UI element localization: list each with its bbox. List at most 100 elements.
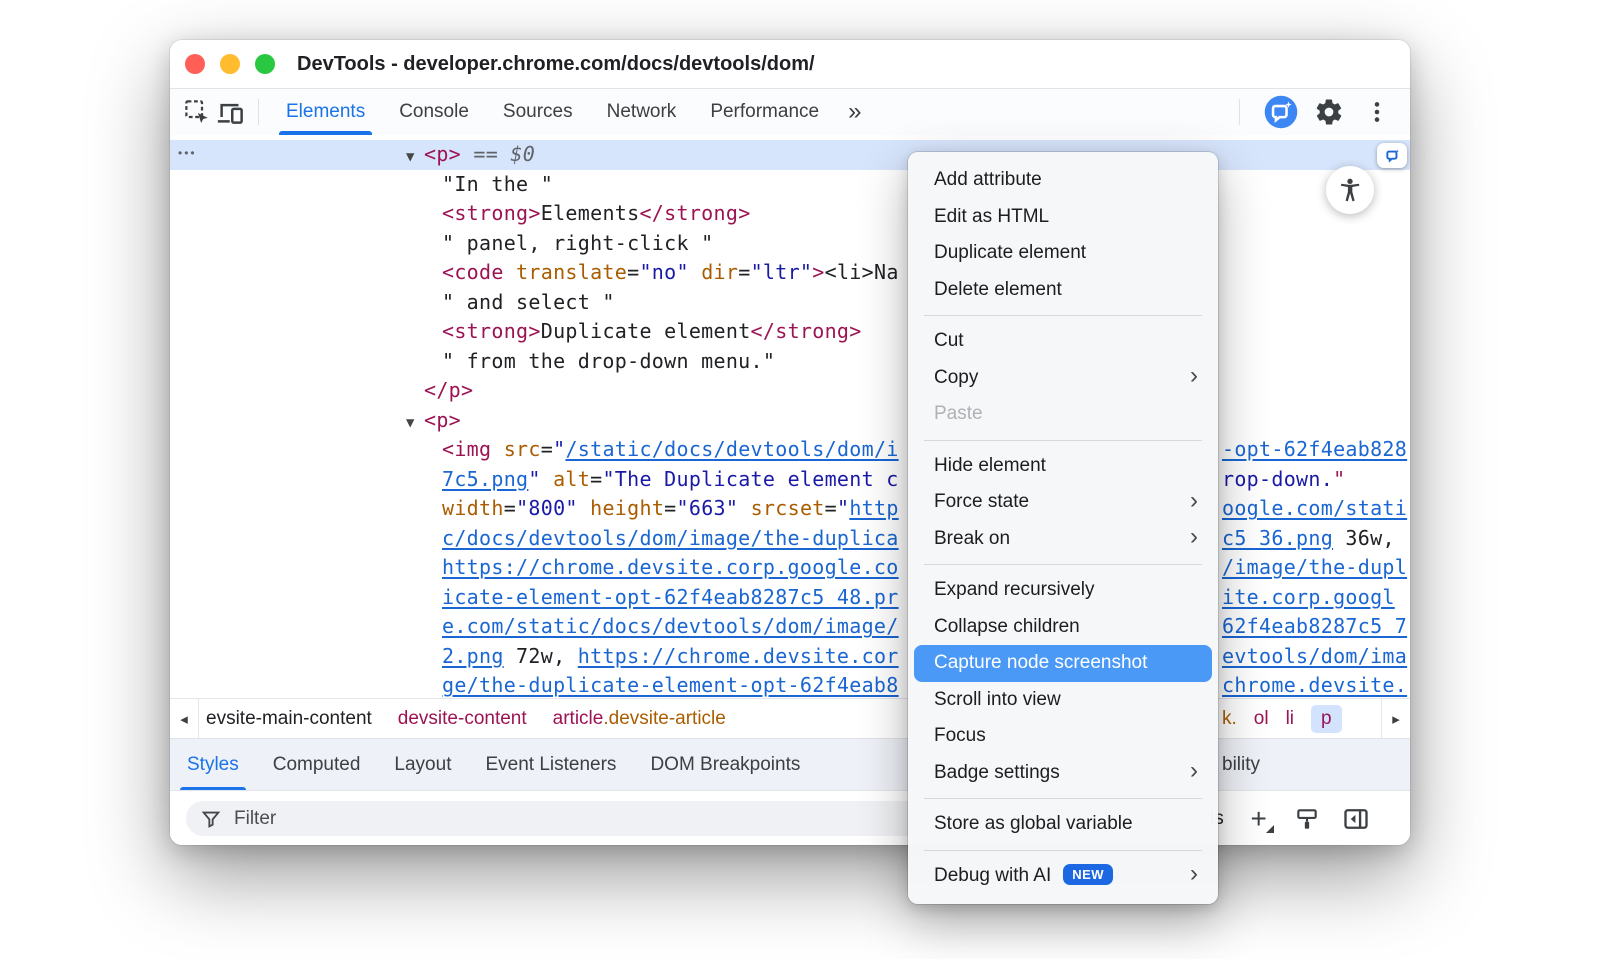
dom-node-line[interactable]: c/docs/devtools/dom/image/the-duplica (442, 524, 899, 554)
menu-item-capture-node-screenshot[interactable]: Capture node screenshot (914, 645, 1212, 682)
menu-item-badge-settings[interactable]: Badge settings› (914, 755, 1212, 792)
dom-node-line[interactable]: </p> (424, 376, 473, 406)
breadcrumb-item[interactable]: li (1286, 708, 1294, 730)
devtools-toolbar: ElementsConsole Sources NetworkPerformance… (170, 89, 1410, 136)
menu-item-add-attribute[interactable]: Add attribute (914, 162, 1212, 199)
tab-styles[interactable]: Styles (170, 739, 256, 791)
menu-item-cut[interactable]: Cut (914, 323, 1212, 360)
close-window-button[interactable] (185, 54, 205, 74)
dom-node-line[interactable]: width="800" height="663" srcset="http (442, 494, 899, 524)
ask-ai-adorner-button[interactable] (1377, 143, 1407, 168)
dom-node-line-fragment[interactable]: oogle.com/stati (1222, 494, 1407, 524)
menu-item-expand-recursively[interactable]: Expand recursively (914, 572, 1212, 609)
filter-input[interactable] (232, 807, 836, 831)
menu-item-debug-with-ai[interactable]: Debug with AINEW› (914, 858, 1212, 895)
tab-performance[interactable]: Performance (693, 89, 836, 135)
tab-computed[interactable]: Computed (256, 739, 378, 791)
dom-node-line[interactable]: 2.png 72w, https://chrome.devsite.cor (442, 642, 899, 672)
breadcrumb-item[interactable]: p (1311, 705, 1342, 733)
tab-network[interactable]: Network (590, 89, 694, 135)
menu-item-hide-element[interactable]: Hide element (914, 448, 1212, 485)
dom-node-line[interactable]: ▼<p> (406, 406, 461, 436)
menu-item-scroll-into-view[interactable]: Scroll into view (914, 682, 1212, 719)
breadcrumb-item[interactable]: devsite-content (398, 708, 527, 730)
dom-node-line[interactable]: " from the drop-down menu." (442, 347, 775, 377)
dom-node-line-fragment[interactable]: chrome.devsite. (1222, 671, 1407, 698)
settings-gear-icon[interactable] (1312, 95, 1346, 129)
breadcrumb-item[interactable]: k. (1222, 708, 1237, 730)
code-token: "The Duplicate element c (602, 467, 898, 491)
context-menu: Add attributeEdit as HTMLDuplicate eleme… (908, 152, 1218, 904)
tab-sources[interactable]: Sources (486, 89, 590, 135)
accessibility-icon[interactable] (1326, 166, 1374, 214)
code-token (541, 467, 553, 491)
new-style-rule-icon[interactable]: + (1246, 806, 1272, 832)
minimize-window-button[interactable] (220, 54, 240, 74)
dom-node-line[interactable]: "In the " (442, 170, 553, 200)
dom-node-line[interactable]: ge/the-duplicate-element-opt-62f4eab8 (442, 671, 899, 698)
code-token: 2.png (442, 644, 504, 668)
tab-label: Sources (503, 101, 573, 123)
menu-item-store-as-global-variable[interactable]: Store as global variable (914, 806, 1212, 843)
tab-layout[interactable]: Layout (377, 739, 468, 791)
dom-node-line[interactable]: <strong>Elements</strong> (442, 199, 751, 229)
menu-item-focus[interactable]: Focus (914, 718, 1212, 755)
twisty-expand-icon[interactable]: ▼ (406, 143, 424, 173)
dom-node-line[interactable]: <img src="/static/docs/devtools/dom/i (442, 435, 899, 465)
node-options-dots-icon[interactable]: ••• (178, 140, 197, 170)
rendering-brush-icon[interactable] (1294, 806, 1320, 832)
tab-accessibility-fragment[interactable]: bility (1222, 739, 1260, 791)
dom-node-line-fragment[interactable]: /image/the-dupl (1222, 553, 1407, 583)
menu-item-collapse-children[interactable]: Collapse children (914, 609, 1212, 646)
kebab-menu-icon[interactable] (1360, 95, 1394, 129)
ai-assistant-icon[interactable] (1264, 95, 1298, 129)
dom-node-line[interactable]: e.com/static/docs/devtools/dom/image/ (442, 612, 899, 642)
dom-node-line[interactable]: " and select " (442, 288, 615, 318)
tab-event-listeners[interactable]: Event Listeners (468, 739, 633, 791)
menu-item-force-state[interactable]: Force state› (914, 484, 1212, 521)
menu-item-label: Collapse children (934, 609, 1080, 646)
dom-node-line[interactable]: 7c5.png" alt="The Duplicate element c (442, 465, 899, 495)
twisty-expand-icon[interactable]: ▼ (406, 409, 424, 439)
dom-node-line-fragment[interactable]: rop-down." (1222, 465, 1345, 495)
dom-node-line-fragment[interactable]: c5_36.png 36w, (1222, 524, 1395, 554)
breadcrumb-item[interactable]: evsite-main-content (206, 708, 372, 730)
dom-node-line-fragment[interactable]: ite.corp.googl (1222, 583, 1395, 613)
code-token: ge/the-duplicate-element-opt-62f4eab8 (442, 673, 899, 697)
menu-item-paste[interactable]: Paste (914, 396, 1212, 433)
dom-node-line[interactable]: <strong>Duplicate element</strong> (442, 317, 862, 347)
submenu-chevron-icon: › (1190, 489, 1198, 516)
menu-item-label: Break on (934, 521, 1010, 558)
code-token: srcset (751, 496, 825, 520)
dom-node-line[interactable]: https://chrome.devsite.corp.google.co (442, 553, 899, 583)
dom-node-line-fragment[interactable]: 62f4eab8287c5_7 (1222, 612, 1407, 642)
breadcrumb-scroll-right-icon[interactable]: ▸ (1381, 699, 1410, 739)
tab-console[interactable]: Console (382, 89, 486, 135)
inspect-element-icon[interactable] (180, 95, 214, 129)
toggle-sidebar-icon[interactable] (1342, 805, 1370, 833)
dom-node-line[interactable]: icate-element-opt-62f4eab8287c5_48.pr (442, 583, 899, 613)
code-token: http (849, 496, 898, 520)
dom-node-line-fragment[interactable]: -opt-62f4eab828 (1222, 435, 1407, 465)
dom-node-line[interactable]: ▼<p> == $0 (406, 140, 535, 170)
dom-node-line[interactable]: <code translate="no" dir="ltr"><li>Na (442, 258, 899, 288)
breadcrumb-scroll-left-icon[interactable]: ◂ (170, 699, 199, 739)
breadcrumb-item[interactable]: ol (1254, 708, 1269, 730)
code-token: https://chrome.devsite.cor (578, 644, 899, 668)
selected-row-highlight (170, 140, 1410, 170)
breadcrumb-item[interactable]: article.devsite-article (553, 708, 726, 730)
menu-item-duplicate-element[interactable]: Duplicate element (914, 235, 1212, 272)
dom-tree-pane[interactable]: ••• ▼<p> == $0"In the "<strong>Elements<… (170, 135, 1410, 698)
dom-node-line-fragment[interactable]: evtools/dom/ima (1222, 642, 1407, 672)
tab-elements[interactable]: Elements (269, 89, 382, 135)
menu-item-edit-as-html[interactable]: Edit as HTML (914, 199, 1212, 236)
menu-item-copy[interactable]: Copy› (914, 360, 1212, 397)
dom-node-line[interactable]: " panel, right-click " (442, 229, 714, 259)
more-tabs-icon[interactable]: » (836, 100, 873, 124)
zoom-window-button[interactable] (255, 54, 275, 74)
device-toolbar-icon[interactable] (214, 95, 248, 129)
menu-item-delete-element[interactable]: Delete element (914, 272, 1212, 309)
tab-dom-breakpoints[interactable]: DOM Breakpoints (633, 739, 817, 791)
breadcrumb-token: evsite-main-content (206, 708, 372, 730)
menu-item-break-on[interactable]: Break on› (914, 521, 1212, 558)
